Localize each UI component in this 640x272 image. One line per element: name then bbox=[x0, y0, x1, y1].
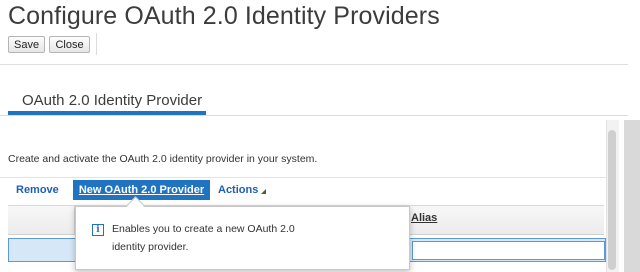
window-edge bbox=[624, 120, 640, 272]
page-description: Create and activate the OAuth 2.0 identi… bbox=[8, 153, 318, 165]
dropdown-triangle-icon[interactable] bbox=[261, 189, 266, 194]
tooltip bbox=[75, 206, 410, 270]
tooltip-text-line: identity provider. bbox=[112, 241, 189, 253]
tab-oauth-identity-provider[interactable]: OAuth 2.0 Identity Provider bbox=[22, 92, 202, 109]
toolbar-divider bbox=[96, 33, 97, 55]
info-icon: i bbox=[92, 224, 104, 236]
tooltip-text-line: Enables you to create a new OAuth 2.0 bbox=[112, 223, 295, 235]
save-button[interactable]: Save bbox=[8, 36, 45, 53]
remove-button[interactable]: Remove bbox=[16, 184, 59, 196]
actions-menu[interactable]: Actions bbox=[218, 184, 258, 196]
page-title: Configure OAuth 2.0 Identity Providers bbox=[8, 2, 440, 30]
scrollbar-thumb[interactable] bbox=[608, 130, 616, 270]
close-button[interactable]: Close bbox=[49, 36, 90, 53]
actions-bar-divider bbox=[0, 177, 606, 178]
column-header-alias[interactable]: Alias bbox=[411, 212, 437, 224]
new-oauth-provider-button[interactable]: New OAuth 2.0 Provider bbox=[73, 180, 210, 200]
tab-strip-divider bbox=[0, 115, 628, 116]
alias-input[interactable] bbox=[412, 241, 605, 260]
header-divider bbox=[0, 64, 628, 65]
